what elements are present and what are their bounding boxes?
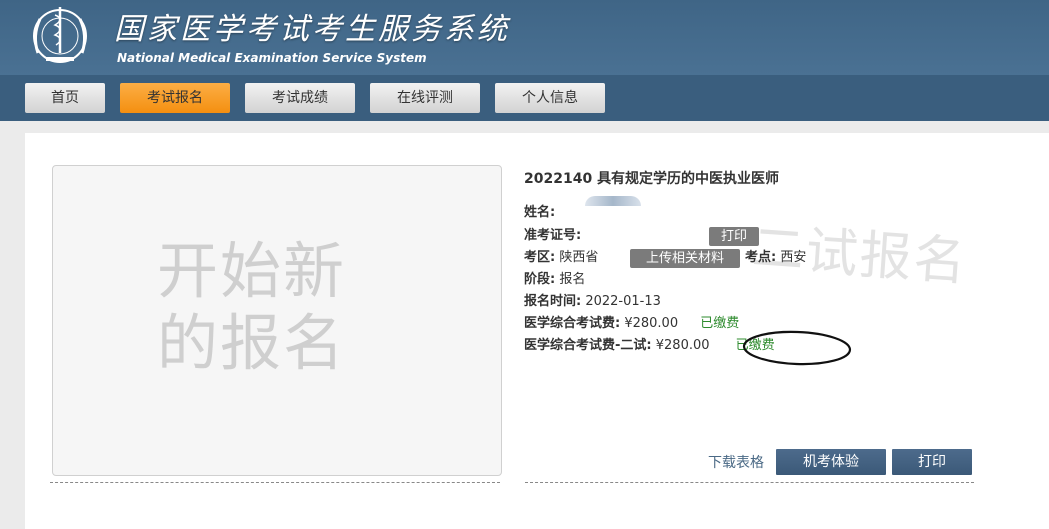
- photo-blur: [585, 196, 641, 206]
- admission-row: 准考证号:: [524, 226, 581, 246]
- nav-online-assessment[interactable]: 在线评测: [370, 83, 480, 113]
- region-row: 考区: 陕西省: [524, 248, 598, 268]
- name-row: 姓名:: [524, 203, 555, 223]
- registration-time-row: 报名时间: 2022-01-13: [524, 292, 661, 312]
- main-nav: 首页 考试报名 考试成绩 在线评测 个人信息: [0, 75, 1049, 121]
- region-label: 考区:: [524, 250, 556, 265]
- admission-print-button[interactable]: 打印: [709, 227, 759, 246]
- fee1-label: 医学综合考试费:: [524, 316, 621, 331]
- fee2-row: 医学综合考试费-二试: ¥280.00 已缴费: [524, 336, 775, 356]
- site-value: 西安: [780, 250, 807, 265]
- stage-label: 阶段:: [524, 272, 556, 287]
- nav-home[interactable]: 首页: [25, 83, 105, 113]
- site-row: 考点: 西安: [745, 248, 806, 268]
- exam-title: 2022140 具有规定学历的中医执业医师: [524, 171, 780, 187]
- fee2-label: 医学综合考试费-二试:: [524, 338, 652, 353]
- admission-label: 准考证号:: [524, 228, 582, 243]
- divider-right: [525, 482, 974, 483]
- registration-time-label: 报名时间:: [524, 294, 582, 309]
- hand-drawn-ellipse: [742, 330, 852, 366]
- nav-exam-scores[interactable]: 考试成绩: [245, 83, 355, 113]
- print-button[interactable]: 打印: [892, 449, 972, 475]
- fee1-status: 已缴费: [700, 316, 740, 331]
- fee2-value: ¥280.00: [655, 338, 710, 353]
- region-value: 陕西省: [559, 250, 599, 265]
- nav-personal-info[interactable]: 个人信息: [495, 83, 605, 113]
- site-title: 国家医学考试考生服务系统: [114, 12, 510, 47]
- site-subtitle: National Medical Examination Service Sys…: [117, 51, 427, 65]
- site-label: 考点:: [745, 250, 777, 265]
- name-label: 姓名:: [524, 205, 556, 220]
- stage-row: 阶段: 报名: [524, 270, 585, 290]
- fee1-value: ¥280.00: [624, 316, 679, 331]
- divider-left: [50, 482, 500, 483]
- nav-exam-registration[interactable]: 考试报名: [120, 83, 230, 113]
- registration-time-value: 2022-01-13: [585, 294, 661, 309]
- upload-materials-button[interactable]: 上传相关材料: [630, 249, 740, 268]
- start-new-registration[interactable]: 开始新的报名: [52, 165, 502, 476]
- medical-logo-icon: [33, 7, 87, 63]
- content-card: 开始新的报名 二试报名 2022140 具有规定学历的中医执业医师 姓名: 准考…: [25, 133, 1049, 529]
- fee1-row: 医学综合考试费: ¥280.00 已缴费: [524, 314, 739, 334]
- computer-exam-trial-button[interactable]: 机考体验: [776, 449, 886, 475]
- site-header: 国家医学考试考生服务系统 National Medical Examinatio…: [0, 0, 1049, 75]
- download-form-link[interactable]: 下载表格: [708, 452, 764, 472]
- stage-value: 报名: [559, 272, 586, 287]
- start-new-registration-label: 开始新的报名: [157, 236, 347, 379]
